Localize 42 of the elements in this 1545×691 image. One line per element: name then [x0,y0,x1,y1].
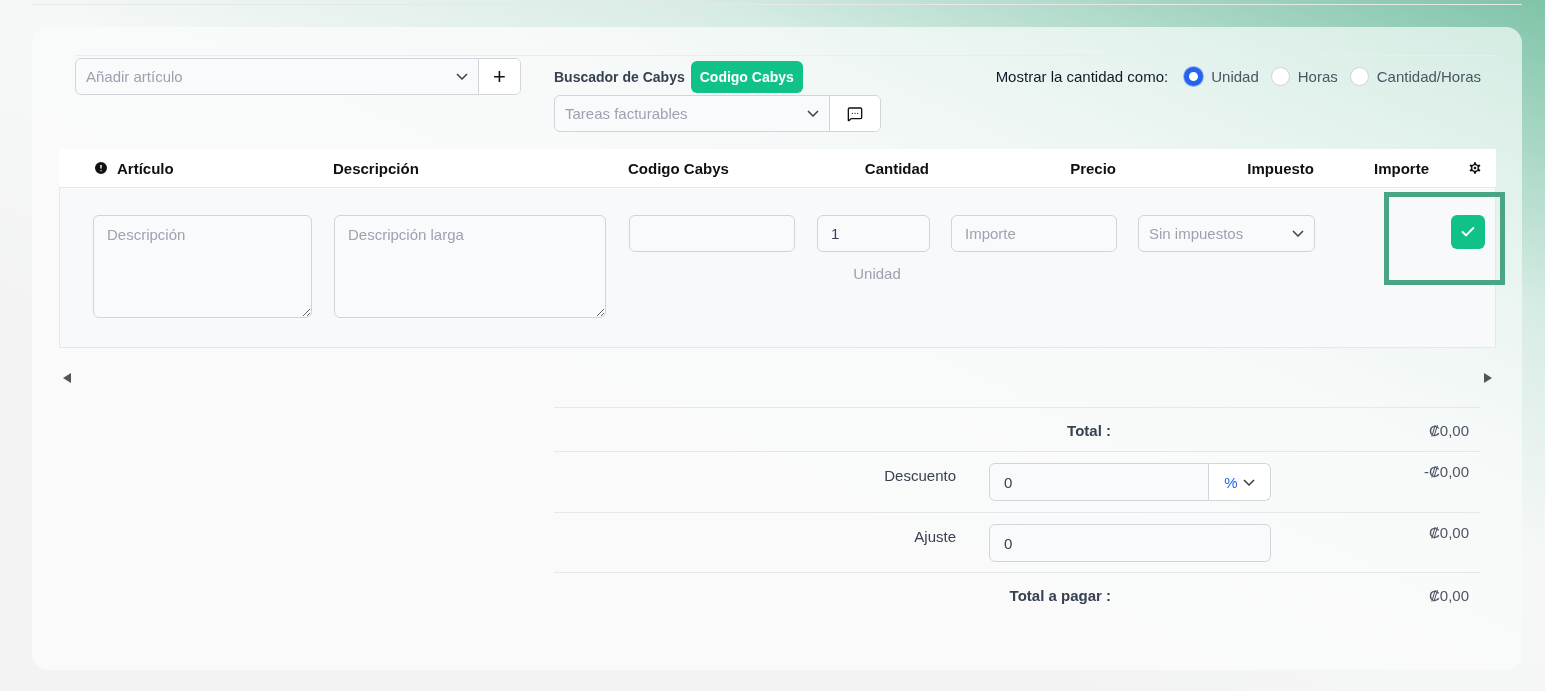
help-chat-icon [847,105,863,122]
scroll-right-icon[interactable] [1484,373,1492,383]
column-header: Importe [1374,159,1429,177]
quantity-mode-radio[interactable]: Horas [1270,67,1338,86]
description-field[interactable]: Descripción [93,215,312,318]
quantity-field[interactable]: 1 [817,215,930,252]
adjustment-label: Ajuste [913,528,957,545]
chevron-down-icon [807,110,819,117]
unit-label: Unidad [853,265,901,282]
chevron-down-icon [1242,478,1255,486]
price-field[interactable]: Importe [951,215,1117,252]
alert-icon [93,160,109,176]
total-payable-value: ₡0,00 [1427,587,1470,604]
article-select[interactable]: Añadir artículo + [75,58,521,95]
total-value: ₡0,00 [1427,422,1470,439]
adjustment-field[interactable]: 0 [989,524,1271,562]
scroll-left-icon[interactable] [63,373,71,383]
column-header: Artículo [117,159,174,177]
chevron-down-icon [456,73,468,80]
add-button[interactable]: + [479,59,520,94]
column-header: Codigo Cabys [628,159,729,177]
cabys-code-field[interactable] [629,215,795,252]
quantity-mode-radio[interactable]: Unidad [1184,67,1259,86]
column-header: Precio [1070,159,1116,177]
chevron-down-icon [1292,230,1304,237]
discount-label: Descuento [883,467,957,484]
help-button[interactable] [830,96,880,131]
discount-field[interactable]: 0 [989,463,1209,501]
adjustment-value: ₡0,00 [1427,524,1470,541]
column-header: Impuesto [1247,159,1314,177]
quantity-mode-radio[interactable]: Cantidad/Horas [1349,67,1481,86]
discount-type-select[interactable]: % [1209,463,1271,501]
total-payable-label: Total a pagar : [1008,587,1112,604]
column-header: Cantidad [864,159,929,177]
settings-icon[interactable] [1466,160,1483,176]
quantity-mode-label: Mostrar la cantidad como: [995,68,1169,85]
cabys-label: Buscador de Cabys [554,68,685,85]
total-label: Total : [1066,422,1112,439]
column-header: Descripción [333,159,419,177]
cabys-badge: Codigo Cabys [690,60,803,93]
discount-value: -₡0,00 [1422,463,1470,480]
long-description-field[interactable]: Descripción larga [334,215,606,318]
